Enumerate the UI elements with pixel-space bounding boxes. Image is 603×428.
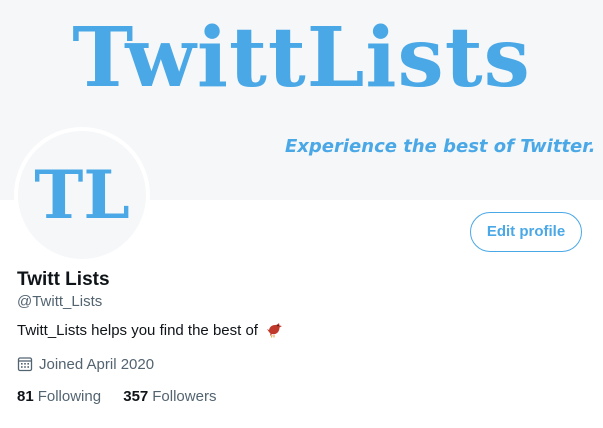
profile-stats: 81 Following 357 Followers [17,388,234,405]
profile-name: Twitt Lists [17,269,110,290]
calendar-icon [17,356,33,376]
avatar[interactable]: TL [14,127,150,263]
bird-icon [266,322,284,342]
profile-joined: Joined April 2020 [17,356,154,376]
following-count: 81 [17,388,34,405]
followers-count: 357 [123,388,149,405]
banner-title: TwittLists [72,10,531,106]
avatar-logo-text: TL [34,156,130,234]
followers-link[interactable]: 357 Followers [123,388,216,405]
following-label: Following [37,388,102,405]
joined-date: Joined April 2020 [39,356,155,373]
followers-label: Followers [152,388,217,405]
bio-text: Twitt_Lists helps you find the best of [17,322,258,339]
profile-bio: Twitt_Lists helps you find the best of [17,322,284,342]
edit-profile-button[interactable]: Edit profile [470,212,582,252]
following-link[interactable]: 81 Following [17,388,101,405]
profile-handle: @Twitt_Lists [17,293,103,310]
banner-tagline: Experience the best of Twitter. [285,136,596,157]
